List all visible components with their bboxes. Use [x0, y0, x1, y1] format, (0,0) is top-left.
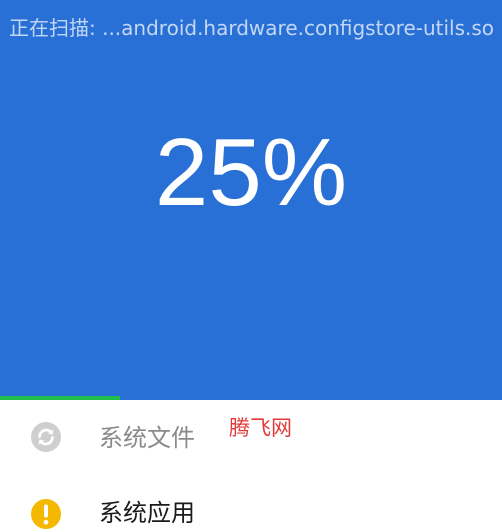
scan-screen: 正在扫描: ...android.hardware.configstore-ut…	[0, 0, 502, 532]
list-item-label: 系统应用	[99, 499, 195, 527]
refresh-icon	[30, 421, 62, 453]
warning-icon	[30, 498, 62, 530]
list-item-system-apps[interactable]: 系统应用	[0, 476, 502, 532]
scan-header: 正在扫描: ...android.hardware.configstore-ut…	[0, 0, 502, 400]
scan-percent: 25%	[154, 119, 348, 226]
scan-status-text: 正在扫描: ...android.hardware.configstore-ut…	[9, 16, 495, 40]
list-item-label: 系统文件	[99, 424, 195, 452]
watermark: 腾飞网	[229, 416, 292, 440]
